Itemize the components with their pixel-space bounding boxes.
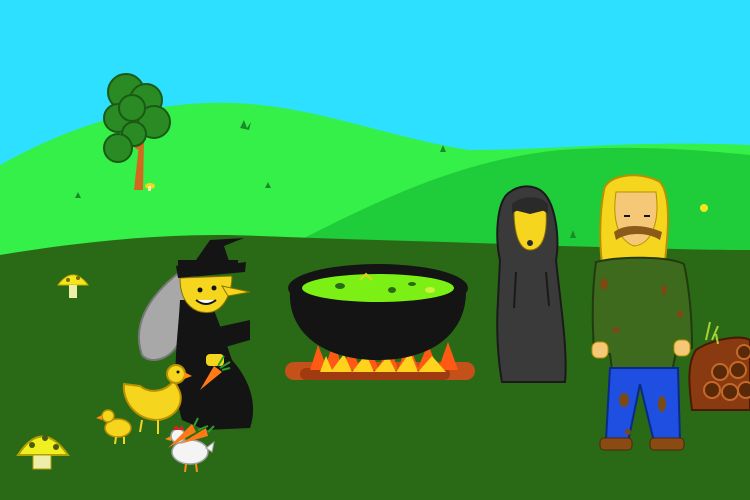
yellow-flower bbox=[700, 204, 708, 212]
game-scene bbox=[0, 0, 750, 500]
